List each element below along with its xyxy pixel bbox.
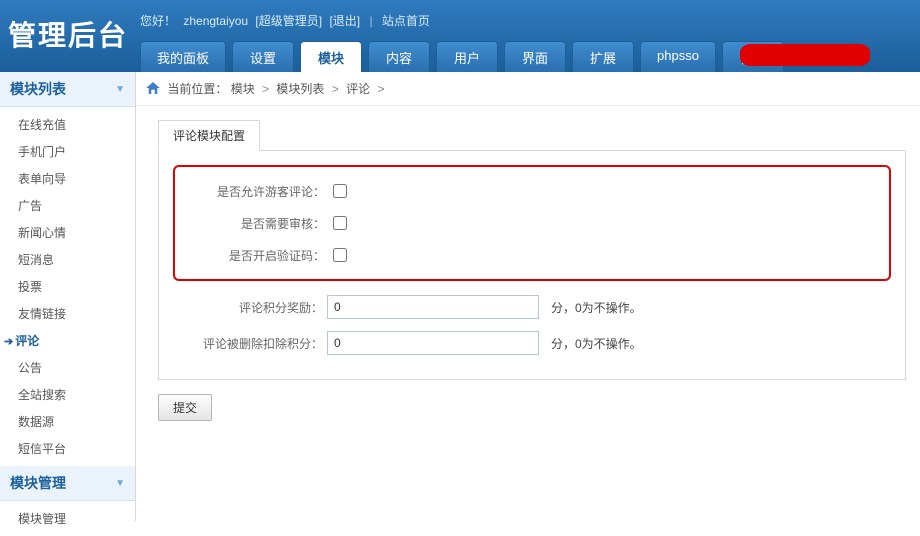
site-home-link[interactable]: 站点首页	[382, 14, 430, 28]
home-icon[interactable]	[146, 82, 160, 94]
sidebar-section-manage[interactable]: 模块管理 ▼	[0, 466, 135, 501]
label-allow-guest: 是否允许游客评论：	[175, 183, 329, 200]
sidebar-item-友情链接[interactable]: 友情链接	[0, 300, 135, 327]
header: 管理后台 您好！ zhengtaiyou [超级管理员] [退出] | 站点首页…	[0, 0, 920, 72]
label-reward: 评论积分奖励：	[173, 299, 327, 316]
sidebar-item-广告[interactable]: 广告	[0, 192, 135, 219]
sidebar-item-评论[interactable]: 评论	[0, 327, 135, 354]
sidebar-item-短信平台[interactable]: 短信平台	[0, 435, 135, 462]
sidebar-item-模块管理[interactable]: 模块管理	[0, 505, 135, 532]
welcome-prefix: 您好！	[140, 14, 176, 28]
tab-用户[interactable]: 用户	[436, 41, 498, 72]
user-role: [超级管理员]	[255, 14, 322, 28]
panel-body: 是否允许游客评论： 是否需要审核： 是否开启验证码： 评论积分奖励：	[158, 150, 906, 380]
panel-tab[interactable]: 评论模块配置	[158, 120, 260, 151]
chevron-down-icon: ▼	[115, 478, 125, 489]
top-tabs: 我的面板设置模块内容用户界面扩展phpsso视频	[140, 41, 784, 72]
sidebar-section-modules[interactable]: 模块列表 ▼	[0, 72, 135, 107]
checkbox-allow-guest[interactable]	[333, 184, 347, 198]
sidebar-item-在线充值[interactable]: 在线充值	[0, 111, 135, 138]
welcome-bar: 您好！ zhengtaiyou [超级管理员] [退出] | 站点首页	[140, 12, 430, 29]
tab-模块[interactable]: 模块	[300, 41, 362, 72]
username: zhengtaiyou	[183, 14, 248, 28]
label-captcha: 是否开启验证码：	[175, 247, 329, 264]
label-need-review: 是否需要审核：	[175, 215, 329, 232]
separator: |	[369, 14, 372, 28]
row-reward: 评论积分奖励： 分，0为不操作。	[173, 289, 891, 325]
row-captcha: 是否开启验证码：	[175, 239, 889, 271]
tab-内容[interactable]: 内容	[368, 41, 430, 72]
breadcrumb-label: 当前位置：	[167, 82, 227, 96]
chevron-down-icon: ▼	[115, 84, 125, 95]
highlight-box: 是否允许游客评论： 是否需要审核： 是否开启验证码：	[173, 165, 891, 281]
input-reward[interactable]	[327, 295, 539, 319]
checkbox-captcha[interactable]	[333, 248, 347, 262]
sidebar-item-短消息[interactable]: 短消息	[0, 246, 135, 273]
breadcrumb-step[interactable]: 模块列表	[276, 82, 324, 96]
row-allow-guest: 是否允许游客评论：	[175, 175, 889, 207]
sidebar-list-modules: 在线充值手机门户表单向导广告新闻心情短消息投票友情链接评论公告全站搜索数据源短信…	[0, 107, 135, 466]
tab-扩展[interactable]: 扩展	[572, 41, 634, 72]
row-need-review: 是否需要审核：	[175, 207, 889, 239]
content: 当前位置： 模块 > 模块列表 > 评论 > 评论模块配置 是否允许游客评论： …	[136, 72, 920, 521]
tab-界面[interactable]: 界面	[504, 41, 566, 72]
sidebar-item-投票[interactable]: 投票	[0, 273, 135, 300]
sidebar: 模块列表 ▼ 在线充值手机门户表单向导广告新闻心情短消息投票友情链接评论公告全站…	[0, 72, 136, 521]
input-deduct[interactable]	[327, 331, 539, 355]
sidebar-item-数据源[interactable]: 数据源	[0, 408, 135, 435]
submit-button[interactable]: 提交	[158, 394, 212, 421]
label-deduct: 评论被删除扣除积分：	[173, 335, 327, 352]
logo: 管理后台	[8, 14, 128, 54]
logout-link[interactable]: [退出]	[329, 14, 360, 28]
hint-deduct: 分，0为不操作。	[551, 335, 642, 352]
redacted-area	[740, 44, 870, 66]
sidebar-item-全站搜索[interactable]: 全站搜索	[0, 381, 135, 408]
submit-wrap: 提交	[158, 394, 920, 421]
tab-设置[interactable]: 设置	[232, 41, 294, 72]
breadcrumb-step[interactable]: 模块	[231, 82, 255, 96]
sidebar-section-title: 模块管理	[10, 473, 66, 493]
sidebar-item-手机门户[interactable]: 手机门户	[0, 138, 135, 165]
sidebar-list-manage: 模块管理	[0, 501, 135, 536]
hint-reward: 分，0为不操作。	[551, 299, 642, 316]
main: 模块列表 ▼ 在线充值手机门户表单向导广告新闻心情短消息投票友情链接评论公告全站…	[0, 72, 920, 521]
breadcrumb-step[interactable]: 评论	[346, 82, 370, 96]
tab-phpsso[interactable]: phpsso	[640, 41, 716, 72]
row-deduct: 评论被删除扣除积分： 分，0为不操作。	[173, 325, 891, 361]
sidebar-item-公告[interactable]: 公告	[0, 354, 135, 381]
sidebar-item-新闻心情[interactable]: 新闻心情	[0, 219, 135, 246]
config-panel: 评论模块配置 是否允许游客评论： 是否需要审核： 是否开启验证码：	[158, 120, 906, 380]
breadcrumb: 当前位置： 模块 > 模块列表 > 评论 >	[136, 72, 920, 106]
checkbox-need-review[interactable]	[333, 216, 347, 230]
tab-我的面板[interactable]: 我的面板	[140, 41, 226, 72]
sidebar-section-title: 模块列表	[10, 79, 66, 99]
sidebar-item-表单向导[interactable]: 表单向导	[0, 165, 135, 192]
